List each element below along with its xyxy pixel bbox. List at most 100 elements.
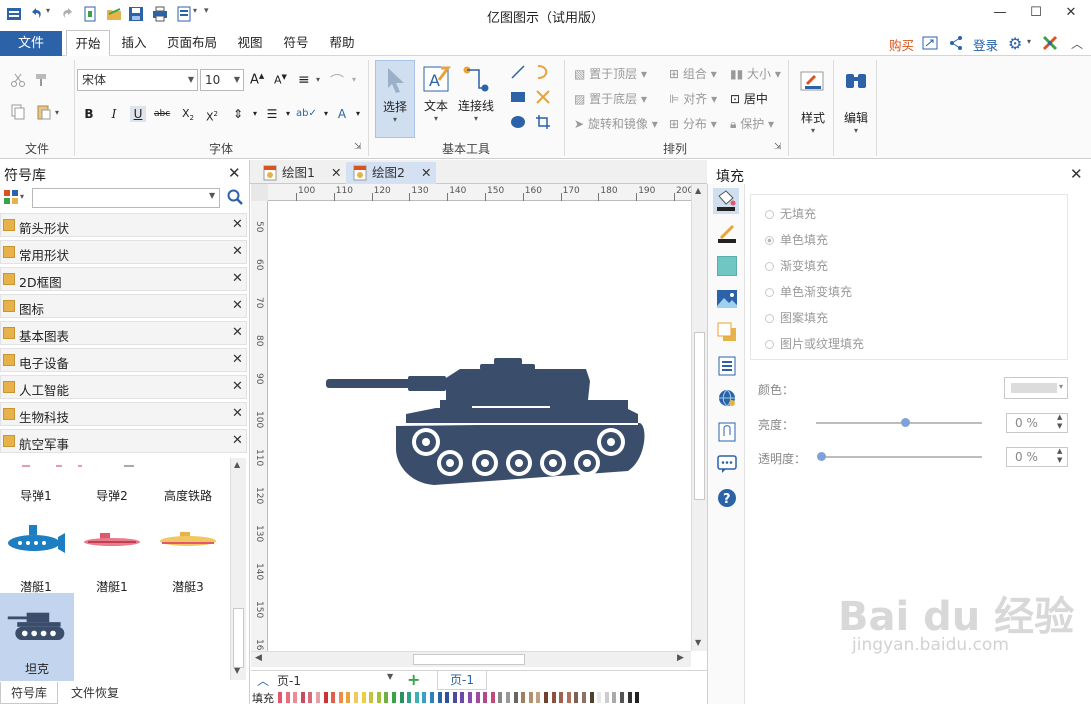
tab-page-layout[interactable]: 页面布局 bbox=[162, 30, 222, 56]
palette-swatch[interactable] bbox=[346, 692, 351, 703]
palette-swatch[interactable] bbox=[597, 692, 602, 703]
library-scrollbar[interactable]: ▲ ▼ bbox=[230, 458, 246, 680]
palette-swatch[interactable] bbox=[490, 692, 495, 703]
category-electronics[interactable]: 电子设备 ✕ bbox=[0, 348, 247, 372]
palette-swatch[interactable] bbox=[589, 692, 594, 703]
line-style-dropdown-icon[interactable]: ▾ bbox=[352, 75, 356, 84]
fill-tab-icon[interactable] bbox=[713, 188, 739, 214]
scrollbar-thumb[interactable] bbox=[694, 332, 705, 500]
symbol-submarine-1b[interactable]: 潜艇1 bbox=[82, 523, 142, 595]
shrink-font-icon[interactable]: A▼ bbox=[274, 73, 287, 87]
palette-swatch[interactable] bbox=[468, 692, 472, 703]
font-color-dropdown-icon[interactable]: ▾ bbox=[350, 106, 366, 122]
line-spacing-icon[interactable]: ⇕ bbox=[230, 106, 246, 122]
send-to-back-button[interactable]: ▨ 置于底层 ▾ bbox=[574, 90, 647, 107]
align-dropdown-icon[interactable]: ▾ bbox=[316, 75, 320, 84]
tab-home[interactable]: 开始 bbox=[66, 30, 110, 56]
hyperlink-tab-icon[interactable] bbox=[717, 388, 737, 408]
palette-swatch[interactable] bbox=[278, 692, 282, 703]
shadow-tab-icon[interactable] bbox=[717, 256, 737, 276]
center-button[interactable]: ⊡ 居中 bbox=[730, 90, 768, 107]
palette-swatch[interactable] bbox=[460, 692, 465, 703]
tab-symbol[interactable]: 符号 bbox=[276, 30, 316, 56]
category-basic-charts[interactable]: 基本图表 ✕ bbox=[0, 321, 247, 345]
doc-tab-2[interactable]: 绘图2 ✕ bbox=[346, 162, 436, 184]
close-icon[interactable]: ✕ bbox=[232, 217, 243, 232]
font-name-select[interactable]: 宋体 ▼ bbox=[77, 69, 198, 91]
palette-swatch[interactable] bbox=[331, 692, 336, 703]
palette-swatch[interactable] bbox=[338, 692, 343, 703]
palette-swatch[interactable] bbox=[414, 692, 419, 703]
palette-swatch[interactable] bbox=[392, 692, 396, 703]
paragraph-align-icon[interactable]: ≡ bbox=[298, 72, 310, 88]
protect-button[interactable]: 🔒︎ 保护 ▾ bbox=[730, 115, 774, 132]
share-window-icon[interactable] bbox=[922, 35, 938, 51]
style-button[interactable]: 样式 ▾ bbox=[795, 60, 831, 150]
palette-swatch[interactable] bbox=[323, 692, 328, 703]
layers-tab-icon[interactable] bbox=[717, 322, 737, 342]
category-biotech[interactable]: 生物科技 ✕ bbox=[0, 402, 247, 426]
category-arrow-shapes[interactable]: 箭头形状 ✕ bbox=[0, 213, 247, 237]
library-search-input[interactable]: ▼ bbox=[32, 188, 220, 208]
help-icon[interactable]: ? bbox=[717, 488, 737, 508]
bold-icon[interactable]: B bbox=[81, 106, 97, 122]
palette-swatch[interactable] bbox=[316, 692, 320, 703]
palette-swatch[interactable] bbox=[422, 692, 427, 703]
palette-swatch[interactable] bbox=[627, 692, 632, 703]
palette-swatch[interactable] bbox=[369, 692, 374, 703]
fill-option-picture[interactable]: 图片或纹理填充 bbox=[765, 335, 864, 352]
library-menu-dropdown-icon[interactable]: ▾ bbox=[20, 192, 24, 201]
line-spacing-dropdown-icon[interactable]: ▾ bbox=[247, 106, 263, 122]
palette-swatch[interactable] bbox=[604, 692, 609, 703]
app-logo-icon[interactable] bbox=[1042, 35, 1058, 51]
line-tab-icon[interactable] bbox=[717, 222, 737, 244]
close-icon[interactable]: ✕ bbox=[232, 325, 243, 340]
line-style-icon[interactable]: ⌒ bbox=[330, 71, 344, 91]
align-button[interactable]: ⊫ 对齐 ▾ bbox=[669, 90, 717, 107]
bring-to-front-button[interactable]: ▧ 置于顶层 ▾ bbox=[574, 65, 647, 82]
category-ai[interactable]: 人工智能 ✕ bbox=[0, 375, 247, 399]
palette-swatch[interactable] bbox=[361, 692, 366, 703]
rectangle-tool-icon[interactable] bbox=[510, 89, 526, 105]
settings-gear-icon[interactable]: ⚙ bbox=[1008, 34, 1022, 53]
transparency-slider-knob[interactable] bbox=[817, 452, 826, 461]
crop-tool-icon[interactable] bbox=[535, 114, 551, 130]
brightness-slider[interactable] bbox=[816, 422, 982, 424]
paste-dropdown-icon[interactable]: ▾ bbox=[55, 108, 59, 117]
subscript-icon[interactable]: X2 bbox=[180, 106, 196, 122]
close-icon[interactable]: ✕ bbox=[1070, 165, 1083, 183]
category-icons[interactable]: 图标 ✕ bbox=[0, 294, 247, 318]
palette-swatch[interactable] bbox=[620, 692, 624, 703]
palette-swatch[interactable] bbox=[285, 692, 290, 703]
palette-swatch[interactable] bbox=[475, 692, 480, 703]
format-painter-icon[interactable] bbox=[34, 72, 50, 88]
palette-swatch[interactable] bbox=[528, 692, 533, 703]
tab-symbol-library[interactable]: 符号库 bbox=[0, 682, 58, 704]
curve-tool-icon[interactable] bbox=[535, 64, 551, 80]
collapse-up-icon[interactable]: ︿ bbox=[257, 672, 269, 689]
arrange-dialog-launcher-icon[interactable]: ⇲ bbox=[774, 142, 782, 152]
close-icon[interactable]: ✕ bbox=[232, 379, 243, 394]
fill-option-mono-gradient[interactable]: 单色渐变填充 bbox=[765, 283, 852, 300]
ellipse-tool-icon[interactable] bbox=[510, 114, 526, 130]
font-color-icon[interactable]: A bbox=[334, 106, 350, 122]
close-icon[interactable]: ✕ bbox=[331, 165, 341, 180]
connector-tool-button[interactable]: 连接线 ▾ bbox=[456, 60, 496, 138]
category-aviation-military[interactable]: 航空军事 ✕ bbox=[0, 429, 247, 453]
share-icon[interactable] bbox=[948, 35, 964, 51]
palette-swatch[interactable] bbox=[544, 692, 548, 703]
text-highlight-icon[interactable]: ab✓ bbox=[296, 106, 317, 122]
tab-help[interactable]: 帮助 bbox=[322, 30, 362, 56]
buy-link[interactable]: 购买 bbox=[889, 35, 914, 54]
tab-view[interactable]: 视图 bbox=[230, 30, 270, 56]
scroll-down-icon[interactable]: ▼ bbox=[234, 666, 240, 675]
page-tab-icon[interactable] bbox=[718, 356, 736, 376]
doc-tab-1[interactable]: 绘图1 ✕ bbox=[256, 162, 344, 184]
tank-shape[interactable] bbox=[268, 201, 691, 651]
palette-swatch[interactable] bbox=[574, 692, 579, 703]
page-tab[interactable]: 页-1 bbox=[437, 671, 487, 690]
paste-icon[interactable] bbox=[36, 104, 52, 120]
group-button[interactable]: ⊞ 组合 ▾ bbox=[669, 65, 717, 82]
image-tab-icon[interactable] bbox=[717, 290, 737, 308]
cut-icon[interactable] bbox=[10, 72, 26, 88]
